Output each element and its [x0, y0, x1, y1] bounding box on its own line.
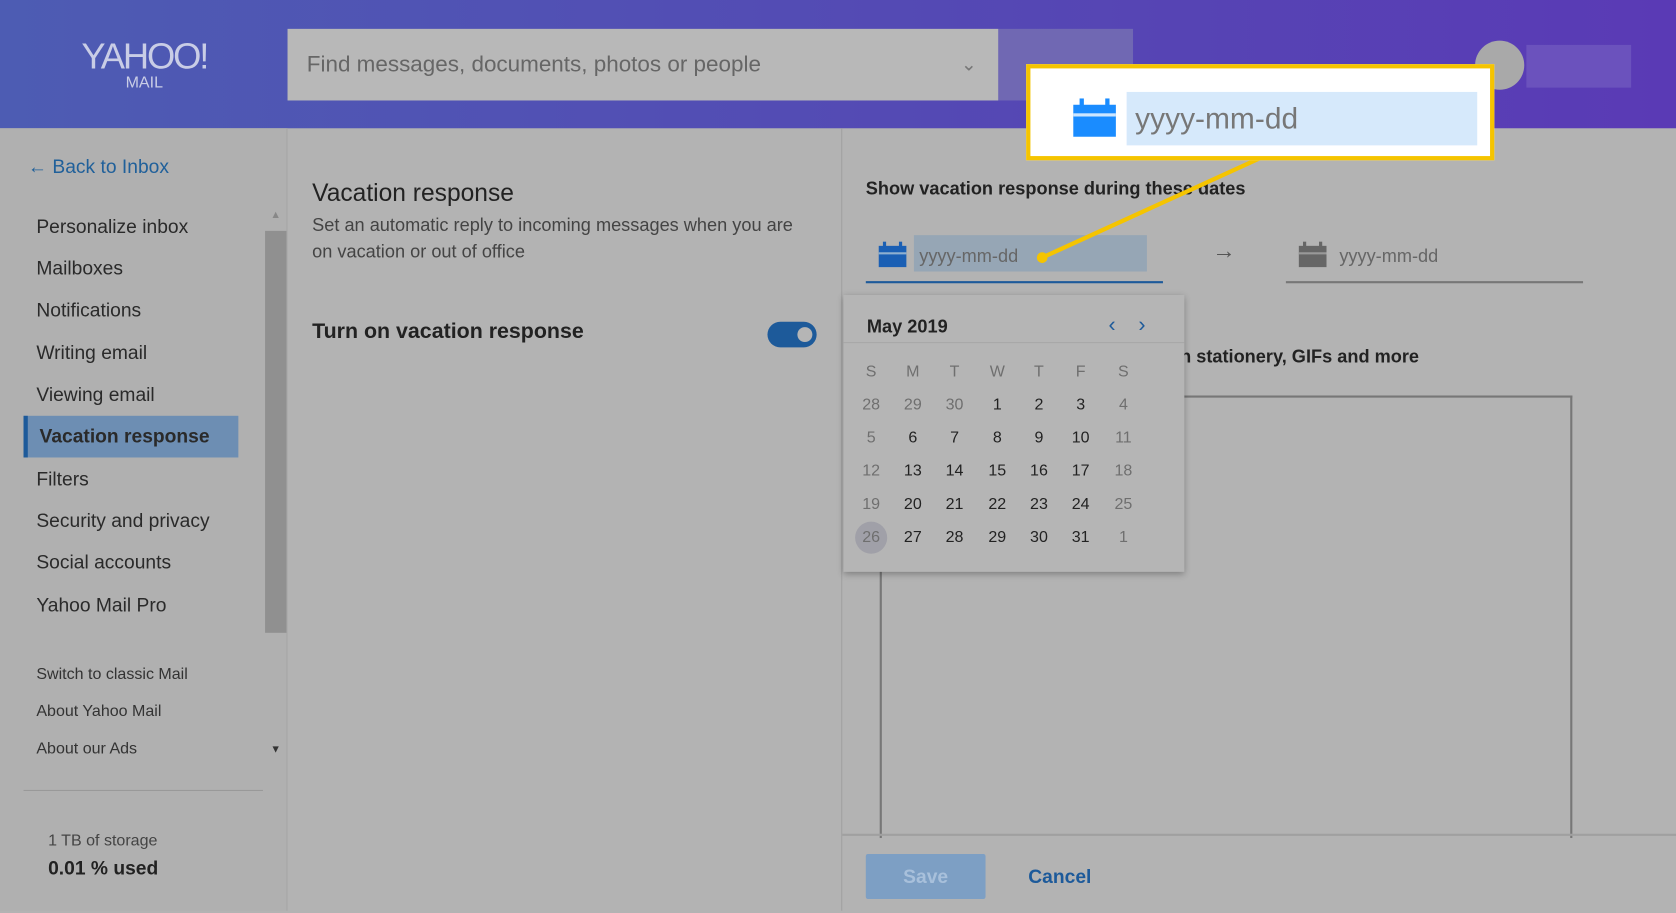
zoom-callout: yyyy-mm-dd — [1026, 64, 1495, 161]
calendar-icon — [1073, 98, 1116, 137]
callout-date-placeholder: yyyy-mm-dd — [1126, 91, 1478, 146]
